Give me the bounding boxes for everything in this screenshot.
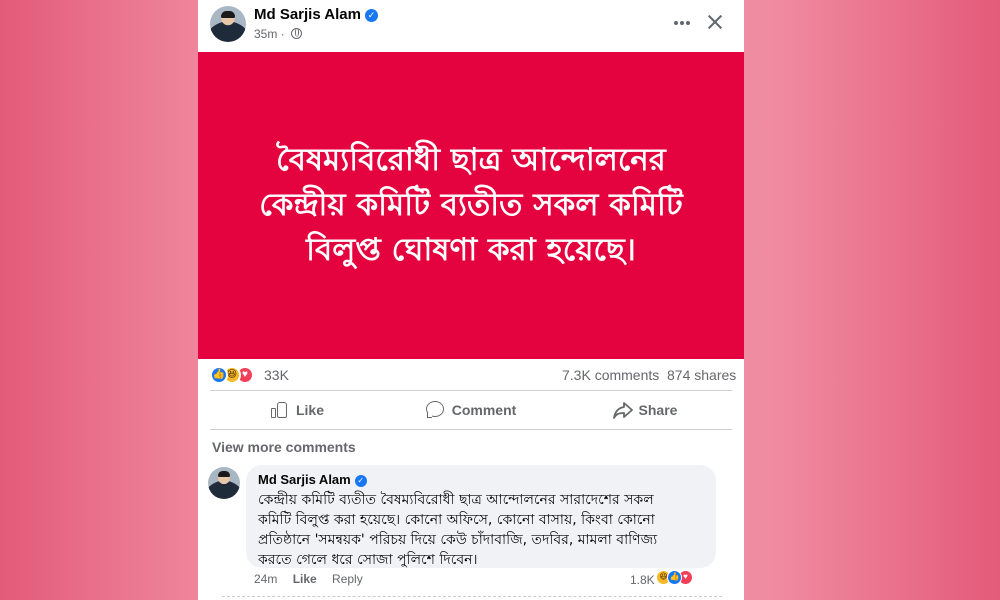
comment-reply-link[interactable]: Reply [332,572,363,586]
comment-reaction-count: 1.8K [630,573,655,587]
like-button[interactable]: Like [210,392,384,428]
post-image[interactable]: বৈষম্যবিরোধী ছাত্র আন্দোলনের কেন্দ্রীয় … [198,52,744,359]
comment-bubble: Md Sarjis Alam ✓ কেন্দ্রীয় কমিটি ব্যতীত … [246,465,716,568]
divider [210,429,732,430]
share-arrow-icon [612,401,633,419]
shares-count[interactable]: 874 shares [667,367,736,383]
reaction-icons[interactable]: 👍 😆 ♥ [210,366,262,384]
speech-bubble-icon [425,401,444,419]
commenter-avatar[interactable] [208,467,240,499]
more-options-icon[interactable] [670,10,694,34]
comment-author[interactable]: Md Sarjis Alam ✓ [258,472,704,488]
like-reaction-icon: 👍 [667,570,682,585]
reactions-summary: 👍 😆 ♥ 33K 7.3K comments 874 shares [198,362,744,388]
post-time[interactable]: 35m [254,27,277,41]
globe-icon [291,28,303,39]
thumbs-up-icon [270,401,288,419]
share-label: Share [638,402,678,418]
post-author[interactable]: Md Sarjis Alam ✓ [254,6,378,23]
comment-label: Comment [451,402,517,418]
post-actions: Like Comment Share [210,392,732,428]
close-icon[interactable] [703,10,727,34]
comment-like-link[interactable]: Like [293,572,317,586]
post-header: Md Sarjis Alam ✓ 35m · [198,0,744,52]
comments-count[interactable]: 7.3K comments [562,367,659,383]
comment-text: কেন্দ্রীয় কমিটি ব্যতীত বৈষম্যবিরোধী ছাত… [258,492,658,568]
comment-time[interactable]: 24m [254,572,277,586]
verified-badge-icon: ✓ [354,475,367,487]
post-author-name[interactable]: Md Sarjis Alam [254,6,361,23]
comment-meta: 24m Like Reply [254,572,375,586]
post-image-text-line-3: বিলুপ্ত ঘোষণা করা হয়েছে। [306,232,636,268]
post-image-text-line-1: বৈষম্যবিরোধী ছাত্র আন্দোলনের [276,142,666,178]
verified-badge-icon: ✓ [364,9,378,22]
post-meta: 35m · [254,27,303,41]
divider [210,390,732,391]
comment-author-name[interactable]: Md Sarjis Alam [258,472,351,487]
share-button[interactable]: Share [558,392,732,428]
like-label: Like [295,402,324,418]
post-image-text-line-2: কেন্দ্রীয় কমিটি ব্যতীত সকল কমিটি [259,187,683,223]
avatar[interactable] [210,6,246,42]
like-reaction-icon: 👍 [210,366,228,384]
post-card: Md Sarjis Alam ✓ 35m · বৈষম্যবিরোধী ছাত্র… [198,0,744,600]
divider [222,596,722,597]
reaction-count[interactable]: 33K [264,367,289,383]
view-more-comments-link[interactable]: View more comments [212,439,356,455]
comment-button[interactable]: Comment [384,392,558,428]
